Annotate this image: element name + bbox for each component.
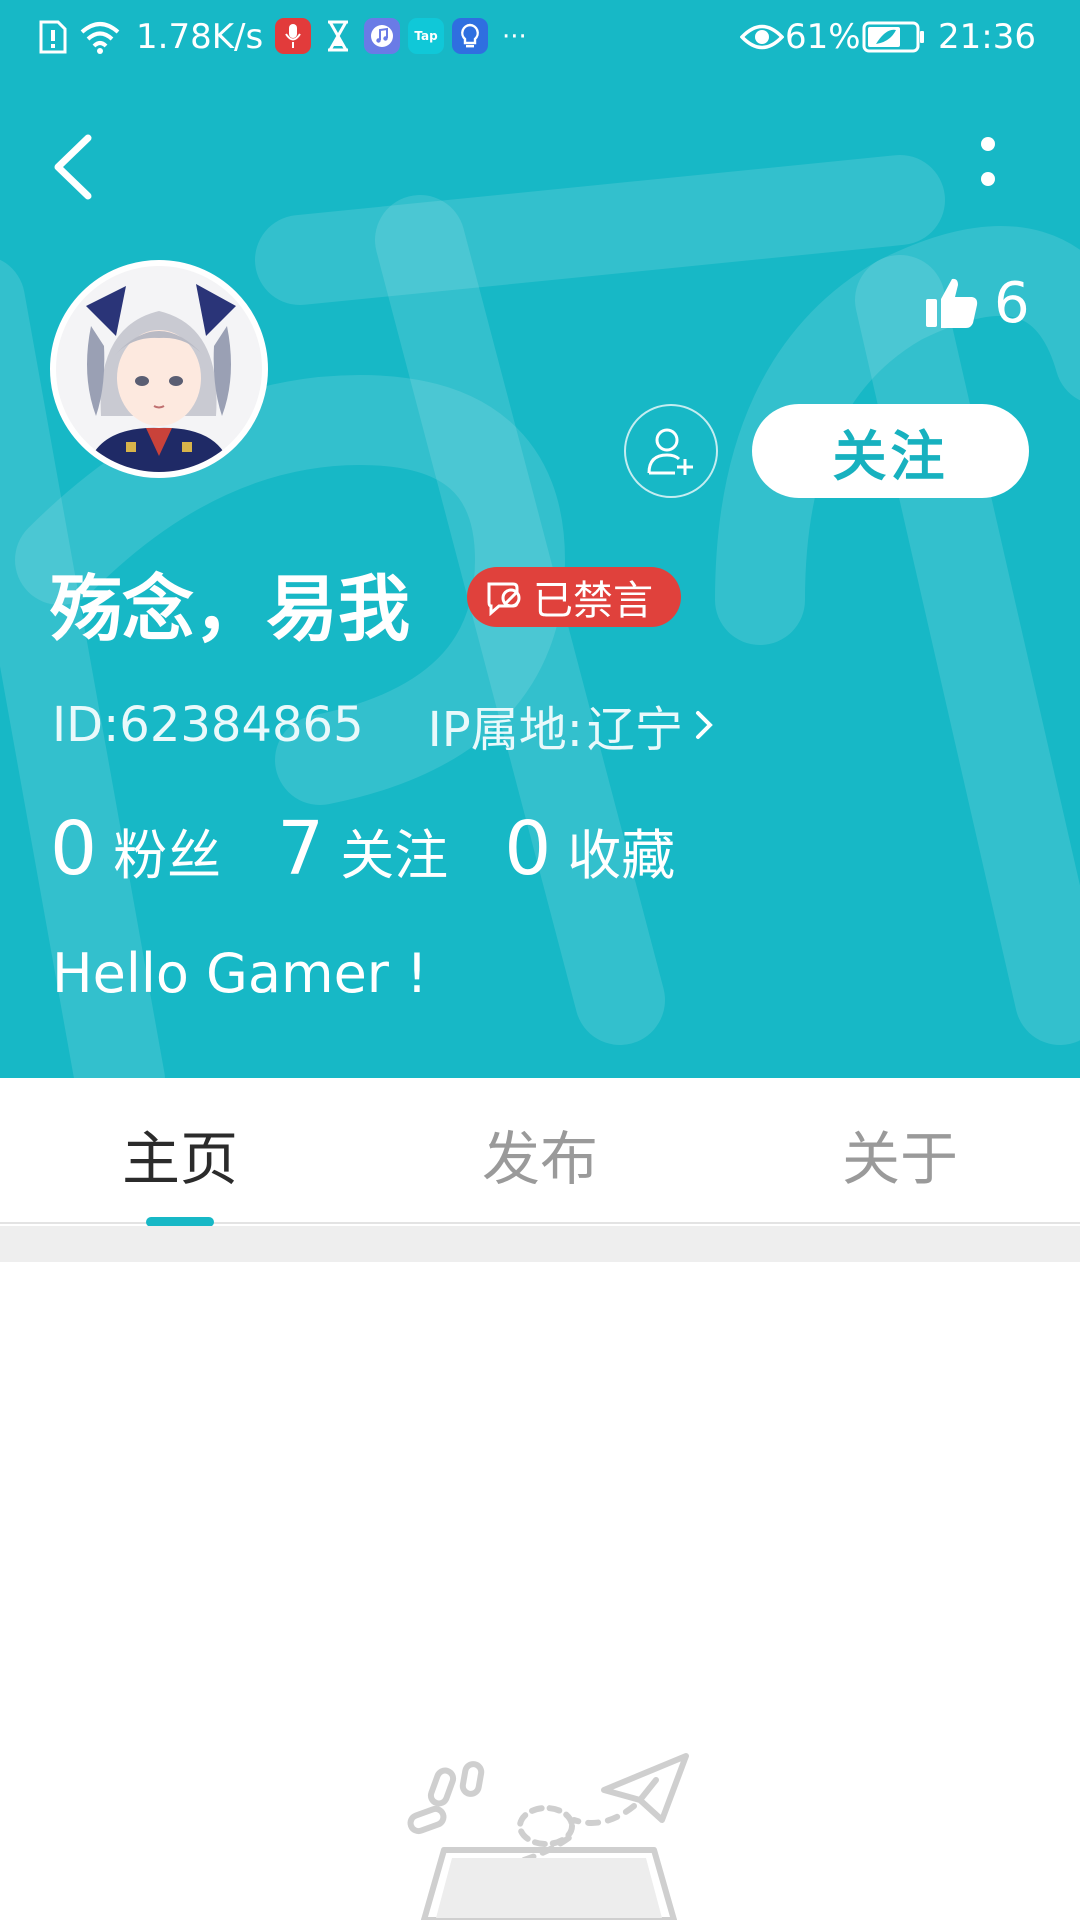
wifi-icon (80, 14, 120, 60)
network-speed: 1.78K/s (136, 17, 264, 57)
chevron-right-icon[interactable] (691, 705, 717, 745)
tab-home[interactable]: 主页 (80, 1112, 280, 1196)
profile-header: 1.78K/s Tap ··· 61% 21:36 6 关注 殇念，易我 已禁言… (0, 0, 1080, 1078)
muted-chat-icon (487, 582, 521, 616)
battery-icon (862, 14, 926, 60)
brand-watermark (0, 155, 1080, 1078)
add-friend-button[interactable] (624, 404, 718, 498)
avatar[interactable] (50, 260, 268, 478)
clock: 21:36 (938, 17, 1036, 57)
favorites-count[interactable]: 0 (504, 806, 551, 892)
username: 殇念，易我 (50, 567, 411, 651)
user-id: ID:62384865 (52, 697, 364, 753)
section-divider (0, 1226, 1080, 1262)
follow-button[interactable]: 关注 (752, 404, 1029, 498)
back-button[interactable] (40, 126, 104, 208)
chevron-left-icon (54, 134, 92, 200)
status-bar: 1.78K/s Tap ··· 61% 21:36 (0, 0, 1080, 76)
user-bio: Hello Gamer ! (52, 942, 428, 1005)
followers-count[interactable]: 0 (50, 806, 97, 892)
vertical-dots-icon (981, 137, 995, 186)
sim-alert-icon (38, 14, 68, 60)
stats-row: 0 粉丝 7 关注 0 收藏 (50, 806, 731, 892)
microphone-app-icon (275, 18, 311, 54)
thumbs-up-icon (926, 278, 978, 328)
add-user-icon (647, 428, 693, 475)
followers-label[interactable]: 粉丝 (113, 811, 221, 890)
avatar-image (56, 266, 262, 472)
tab-posts[interactable]: 发布 (440, 1112, 640, 1196)
taptap-app-icon: Tap (408, 18, 444, 54)
more-options-button[interactable] (960, 130, 1016, 200)
tab-about[interactable]: 关于 (800, 1112, 1000, 1196)
battery-percent: 61% (785, 17, 861, 57)
eye-comfort-icon (740, 14, 784, 60)
following-label[interactable]: 关注 (340, 811, 448, 890)
empty-state-illustration (407, 1753, 689, 1920)
following-count[interactable]: 7 (277, 806, 324, 892)
user-meta: ID:62384865 IP属地: 辽宁 (52, 690, 717, 760)
more-notifications-icon: ··· (502, 22, 527, 52)
favorites-label[interactable]: 收藏 (567, 811, 675, 890)
muted-status-badge: 已禁言 (467, 567, 681, 627)
ip-location-value[interactable]: 辽宁 (587, 690, 683, 760)
ip-location-label: IP属地: (427, 702, 583, 758)
likes-counter[interactable]: 6 (924, 268, 1030, 338)
hourglass-app-icon (320, 18, 356, 54)
likes-count: 6 (994, 270, 1030, 336)
profile-tabs: 主页 发布 关于 (0, 1078, 1080, 1224)
music-app-icon (364, 18, 400, 54)
lightbulb-app-icon (452, 18, 488, 54)
muted-badge-label: 已禁言 (533, 578, 653, 624)
